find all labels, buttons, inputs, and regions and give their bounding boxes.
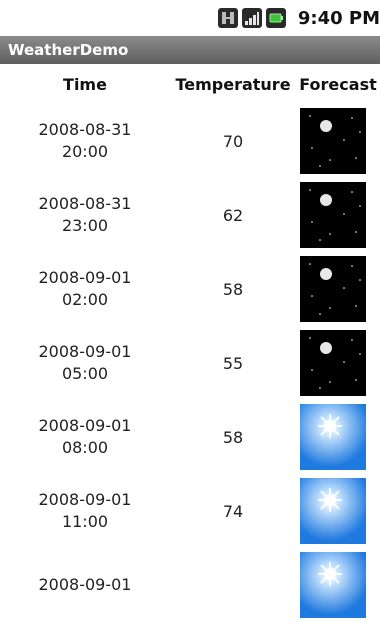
header-temperature: Temperature (175, 74, 291, 94)
temperature-value: 58 (222, 279, 244, 299)
hour-text: 23:00 (61, 216, 109, 235)
status-bar: 9:40 PM (0, 0, 380, 36)
date-text: 2008-09-01 (38, 490, 132, 509)
table-row: 2008-09-01 02:00 58 (0, 252, 380, 326)
night-moon-icon (300, 330, 366, 396)
sunny-icon (300, 478, 366, 544)
date-text: 2008-09-01 (38, 268, 132, 287)
table-row: 2008-09-01 05:00 55 (0, 326, 380, 400)
network-icon (217, 8, 238, 28)
night-moon-icon (300, 108, 366, 174)
night-moon-icon (300, 256, 366, 322)
battery-icon (265, 8, 286, 28)
table-row: 2008-09-01 (0, 548, 380, 622)
header-forecast: Forecast (299, 74, 377, 94)
night-moon-icon (300, 182, 366, 248)
status-time: 9:40 PM (297, 7, 380, 29)
time-cell: 2008-09-01 (0, 574, 170, 596)
temperature-value: 74 (222, 501, 244, 521)
table-header: Time Temperature Forecast (0, 64, 380, 104)
table-row: 2008-08-31 23:00 62 (0, 178, 380, 252)
header-time: Time (63, 74, 107, 94)
forecast-cell (296, 552, 380, 618)
forecast-cell (296, 182, 380, 248)
forecast-cell (296, 256, 380, 322)
hour-text: 02:00 (61, 290, 109, 309)
forecast-table: Time Temperature Forecast 2008-08-31 20:… (0, 64, 380, 622)
hour-text: 20:00 (61, 142, 109, 161)
temperature-value: 58 (222, 427, 244, 447)
table-row: 2008-09-01 11:00 74 (0, 474, 380, 548)
date-text: 2008-09-01 (38, 416, 132, 435)
forecast-cell (296, 108, 380, 174)
forecast-cell (296, 330, 380, 396)
forecast-cell (296, 404, 380, 470)
app-title: WeatherDemo (8, 41, 129, 59)
sunny-icon (300, 552, 366, 618)
time-cell: 2008-09-01 08:00 (0, 415, 170, 459)
time-cell: 2008-08-31 23:00 (0, 193, 170, 237)
date-text: 2008-08-31 (38, 194, 132, 213)
hour-text: 08:00 (61, 438, 109, 457)
sunny-icon (300, 404, 366, 470)
date-text: 2008-09-01 (38, 575, 132, 594)
date-text: 2008-09-01 (38, 342, 132, 361)
signal-icon (241, 8, 262, 28)
table-row: 2008-09-01 08:00 58 (0, 400, 380, 474)
date-text: 2008-08-31 (38, 120, 132, 139)
hour-text: 11:00 (61, 512, 109, 531)
time-cell: 2008-08-31 20:00 (0, 119, 170, 163)
title-bar: WeatherDemo (0, 36, 380, 64)
time-cell: 2008-09-01 02:00 (0, 267, 170, 311)
time-cell: 2008-09-01 05:00 (0, 341, 170, 385)
temperature-value: 62 (222, 205, 244, 225)
hour-text: 05:00 (61, 364, 109, 383)
forecast-cell (296, 478, 380, 544)
table-row: 2008-08-31 20:00 70 (0, 104, 380, 178)
status-icons (217, 8, 286, 28)
time-cell: 2008-09-01 11:00 (0, 489, 170, 533)
temperature-value: 55 (222, 353, 244, 373)
temperature-value: 70 (222, 131, 244, 151)
